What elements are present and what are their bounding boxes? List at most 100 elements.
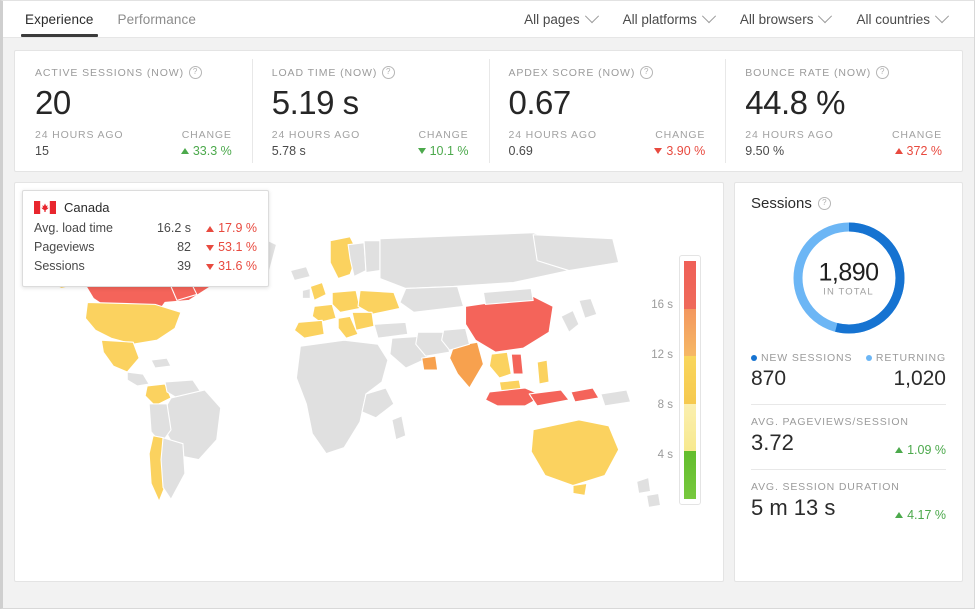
tooltip-metric-change: 53.1 % [191, 238, 257, 257]
returning-sessions-label-row: RETURNING [866, 352, 946, 364]
help-icon[interactable]: ? [382, 66, 395, 79]
kpi-load-time: LOAD TIME (NOW) ? 5.19 s 24 HOURS AGO CH… [252, 51, 489, 171]
tab-bar: Experience Performance [13, 1, 208, 37]
country-tooltip: Canada Avg. load time 16.2 s 17.9 % Page… [22, 190, 269, 287]
stat-avg-pageviews-label: AVG. PAGEVIEWS/SESSION [751, 416, 946, 428]
kpi-change-label: CHANGE [182, 129, 232, 141]
arrow-up-icon [181, 148, 189, 154]
tooltip-change-value: 31.6 % [218, 257, 257, 276]
tooltip-country-name: Canada [64, 200, 110, 215]
tooltip-metric-value: 39 [135, 257, 191, 276]
kpi-active-sessions-value: 20 [35, 83, 232, 123]
sessions-card: Sessions ? 1,890 IN TOTAL [734, 182, 963, 582]
filter-countries-label: All countries [856, 12, 930, 27]
kpi-change-delta: 33.3 % [181, 144, 232, 158]
kpi-active-sessions-label: ACTIVE SESSIONS (NOW) [35, 67, 184, 79]
kpi-footer-labels: 24 HOURS AGO CHANGE [272, 129, 469, 141]
filter-pages[interactable]: All pages [511, 12, 610, 27]
arrow-up-icon [206, 226, 214, 232]
map-legend-scale [679, 255, 701, 505]
kpi-ago-value: 9.50 % [745, 144, 784, 158]
kpi-change-value: 372 % [907, 144, 942, 158]
arrow-down-icon [418, 148, 426, 154]
donut-chart-wrap: 1,890 IN TOTAL [751, 218, 946, 338]
kpi-change-label: CHANGE [655, 129, 705, 141]
kpi-ago-value: 0.69 [509, 144, 533, 158]
legend-segment-medium-high [684, 309, 696, 357]
kpi-footer-labels: 24 HOURS AGO CHANGE [509, 129, 706, 141]
tooltip-metric-name: Avg. load time [34, 219, 135, 238]
legend-dot-icon [751, 355, 757, 361]
filter-platforms-label: All platforms [623, 12, 697, 27]
kpi-change-delta: 372 % [895, 144, 942, 158]
kpi-load-time-label: LOAD TIME (NOW) [272, 67, 377, 79]
kpi-change-label: CHANGE [892, 129, 942, 141]
kpi-change-value: 10.1 % [430, 144, 469, 158]
stat-change-value: 1.09 % [907, 443, 946, 457]
new-sessions-label: NEW SESSIONS [761, 352, 852, 364]
new-sessions-block: NEW SESSIONS 870 [751, 352, 852, 392]
help-icon[interactable]: ? [818, 197, 831, 210]
kpi-footer-values: 5.78 s 10.1 % [272, 144, 469, 158]
returning-sessions-block: RETURNING 1,020 [866, 352, 946, 392]
stat-avg-pageviews-change: 1.09 % [895, 443, 946, 457]
chevron-down-icon [702, 9, 716, 23]
kpi-footer-labels: 24 HOURS AGO CHANGE [745, 129, 942, 141]
legend-tick: 4 s [658, 449, 673, 461]
kpi-load-time-value: 5.19 s [272, 83, 469, 123]
kpi-apdex-score-value: 0.67 [509, 83, 706, 123]
help-icon[interactable]: ? [189, 66, 202, 79]
tooltip-change-value: 17.9 % [218, 219, 257, 238]
tab-performance[interactable]: Performance [106, 1, 208, 37]
sessions-donut-chart[interactable]: 1,890 IN TOTAL [789, 218, 909, 338]
filter-browsers-label: All browsers [740, 12, 814, 27]
kpi-ago-value: 5.78 s [272, 144, 306, 158]
legend-segment-low [684, 404, 696, 452]
kpi-apdex-score-label: APDEX SCORE (NOW) [509, 67, 636, 79]
stat-avg-duration-label: AVG. SESSION DURATION [751, 481, 946, 493]
kpi-ago-label: 24 HOURS AGO [35, 129, 123, 141]
tooltip-metric-change: 17.9 % [191, 219, 257, 238]
returning-sessions-value: 1,020 [893, 366, 946, 392]
filter-platforms[interactable]: All platforms [610, 12, 727, 27]
kpi-change-delta: 10.1 % [418, 144, 469, 158]
kpi-apdex-score: APDEX SCORE (NOW) ? 0.67 24 HOURS AGO CH… [489, 51, 726, 171]
stat-avg-pageviews-row: 3.72 1.09 % [751, 429, 946, 457]
tooltip-row: Pageviews 82 53.1 % [34, 238, 257, 257]
legend-tick: 8 s [658, 399, 673, 411]
arrow-up-icon [895, 512, 903, 518]
stat-avg-duration-change: 4.17 % [895, 508, 946, 522]
sessions-total-caption: IN TOTAL [789, 287, 909, 298]
sessions-title-row: Sessions ? [751, 195, 946, 212]
stat-avg-duration-row: 5 m 13 s 4.17 % [751, 494, 946, 522]
kpi-footer-labels: 24 HOURS AGO CHANGE [35, 129, 232, 141]
tab-experience-label: Experience [25, 12, 94, 27]
legend-segment-high [684, 261, 696, 309]
world-map-card[interactable]: Canada Avg. load time 16.2 s 17.9 % Page… [14, 182, 724, 582]
kpi-footer-values: 15 33.3 % [35, 144, 232, 158]
donut-center-label: 1,890 IN TOTAL [789, 259, 909, 298]
kpi-label: BOUNCE RATE (NOW) ? [745, 66, 942, 79]
stat-change-value: 4.17 % [907, 508, 946, 522]
legend-gradient [684, 261, 696, 499]
tooltip-metric-change: 31.6 % [191, 257, 257, 276]
help-icon[interactable]: ? [876, 66, 889, 79]
tooltip-metric-name: Sessions [34, 257, 135, 276]
kpi-footer-values: 9.50 % 372 % [745, 144, 942, 158]
filter-browsers[interactable]: All browsers [727, 12, 844, 27]
arrow-down-icon [206, 245, 214, 251]
sessions-title: Sessions [751, 195, 812, 212]
kpi-bounce-rate-label: BOUNCE RATE (NOW) [745, 67, 871, 79]
stat-avg-pageviews: AVG. PAGEVIEWS/SESSION 3.72 1.09 % [751, 405, 946, 457]
kpi-ago-label: 24 HOURS AGO [745, 129, 833, 141]
kpi-label: APDEX SCORE (NOW) ? [509, 66, 706, 79]
help-icon[interactable]: ? [640, 66, 653, 79]
filter-countries[interactable]: All countries [843, 12, 960, 27]
lower-region: Canada Avg. load time 16.2 s 17.9 % Page… [14, 182, 963, 582]
legend-segment-lowest [684, 451, 696, 499]
tab-experience[interactable]: Experience [13, 1, 106, 37]
map-legend-ticks: 16 s 12 s 8 s 4 s [633, 255, 673, 505]
tooltip-metric-name: Pageviews [34, 238, 135, 257]
kpi-label: ACTIVE SESSIONS (NOW) ? [35, 66, 232, 79]
arrow-up-icon [895, 148, 903, 154]
